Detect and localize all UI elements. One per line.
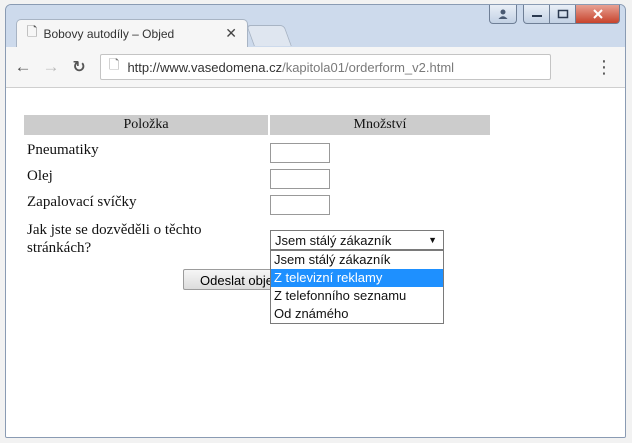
item-label-oil: Olej — [27, 168, 53, 184]
page-content: Položka Množství Pneumatiky Olej Zapalov… — [6, 88, 625, 437]
menu-dots-icon[interactable]: ⋮ — [595, 57, 613, 78]
forward-arrow-icon[interactable]: → — [40, 57, 62, 77]
quantity-input-oil[interactable] — [270, 169, 330, 189]
title-bar: 🗋 Bobovy autodíly – Objed ✕ — [6, 5, 625, 47]
submit-order-button[interactable]: Odeslat objednávku — [183, 269, 283, 290]
close-window-button[interactable] — [576, 5, 620, 24]
user-profile-button[interactable] — [489, 5, 517, 24]
dropdown-arrow-icon: ▼ — [428, 235, 437, 245]
tab-close-icon[interactable]: ✕ — [225, 25, 237, 42]
user-icon — [498, 9, 508, 19]
quantity-input-tires[interactable] — [270, 143, 330, 163]
dropdown-option[interactable]: Od známého — [271, 305, 443, 323]
column-header-quantity: Množství — [270, 115, 490, 135]
dropdown-option[interactable]: Z telefonního seznamu — [271, 287, 443, 305]
back-arrow-icon[interactable]: ← — [12, 57, 34, 77]
new-tab-button[interactable] — [246, 25, 292, 46]
page-icon: 🗋 — [109, 57, 120, 72]
item-label-spark-plugs: Zapalovací svíčky — [27, 194, 137, 210]
dropdown-option-highlighted[interactable]: Z televizní reklamy — [271, 269, 443, 287]
item-label-tires: Pneumatiky — [27, 142, 99, 158]
maximize-button[interactable] — [550, 5, 576, 24]
page-icon: 🗋 — [27, 23, 38, 39]
tab-title: Bobovy autodíly – Objed — [43, 26, 175, 41]
browser-toolbar: ← → ↻ 🗋 http://www.vasedomena.cz/kapitol… — [6, 47, 625, 88]
minimize-button[interactable] — [523, 5, 550, 24]
referral-select-value: Jsem stálý zákazník — [275, 232, 392, 248]
quantity-input-spark-plugs[interactable] — [270, 195, 330, 215]
url-path: /kapitola01/orderform_v2.html — [282, 59, 455, 75]
reload-icon[interactable]: ↻ — [68, 57, 90, 77]
browser-window: 🗋 Bobovy autodíly – Objed ✕ ← → ↻ 🗋 http… — [5, 4, 626, 438]
dropdown-option[interactable]: Jsem stálý zákazník — [271, 251, 443, 269]
referral-select[interactable]: Jsem stálý zákazník ▼ — [270, 230, 444, 250]
browser-tab[interactable]: 🗋 Bobovy autodíly – Objed ✕ — [16, 19, 248, 47]
address-bar[interactable]: 🗋 http://www.vasedomena.cz/kapitola01/or… — [100, 54, 551, 80]
maximize-icon — [557, 9, 568, 19]
question-label-line2: stránkách? — [27, 240, 92, 256]
window-controls — [489, 5, 620, 25]
column-header-item: Položka — [24, 115, 268, 135]
minimize-icon — [531, 15, 542, 17]
close-icon — [592, 9, 603, 19]
url-host: http://www.vasedomena.cz — [127, 59, 283, 75]
question-label-line1: Jak jste se dozvěděli o těchto — [27, 222, 202, 238]
referral-dropdown-list: Jsem stálý zákazník Z televizní reklamy … — [270, 250, 444, 324]
